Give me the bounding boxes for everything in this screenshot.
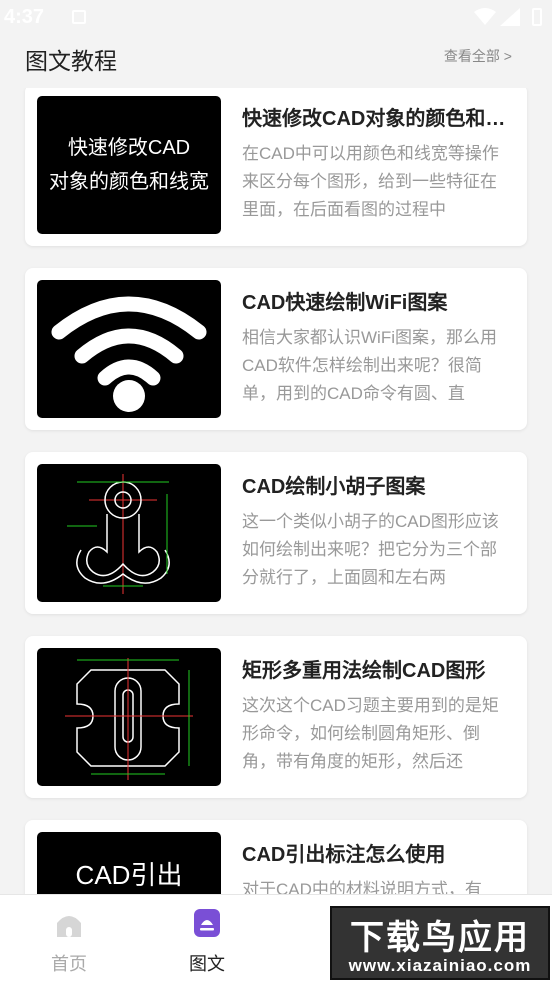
article-description: 相信大家都认识WiFi图案，那么用CAD软件怎样绘制出来呢？很简单，用到的CAD… [242, 328, 497, 403]
cad-rectangle-drawing-icon [65, 658, 193, 780]
tab-home-label: 首页 [51, 954, 87, 974]
view-all-link[interactable]: 查看全部 > [444, 46, 512, 66]
status-bar: 4:37 [0, 0, 552, 36]
wifi-status-icon [474, 8, 496, 25]
article-title: 快速修改CAD对象的颜色和线宽 [242, 108, 517, 130]
article-title: CAD绘制小胡子图案 [242, 476, 426, 498]
article-list[interactable]: 快速修改CAD 对象的颜色和线宽 快速修改CAD对象的颜色和线宽 在CAD中可以… [0, 88, 552, 894]
article-thumbnail: 快速修改CAD 对象的颜色和线宽 [37, 96, 221, 234]
article-thumbnail [37, 464, 221, 602]
article-card[interactable]: CAD引出 CAD引出标注怎么使用 对于CAD中的材料说明方式，有 [25, 820, 527, 894]
notification-icon [72, 10, 86, 24]
article-description: 在CAD中可以用颜色和线宽等操作来区分每个图形，给到一些特征在里面，在后面看图的… [242, 144, 499, 219]
cad-mustache-drawing-icon [67, 474, 170, 594]
article-icon [194, 909, 220, 937]
article-title: 矩形多重用法绘制CAD图形 [242, 660, 486, 682]
article-title: CAD引出标注怎么使用 [242, 844, 446, 866]
wifi-drawing-icon [51, 296, 207, 412]
thumbnail-text: CAD引出 [75, 860, 183, 890]
section-header: 图文教程 查看全部 > [0, 36, 552, 88]
article-thumbnail [37, 648, 221, 786]
article-card[interactable]: 快速修改CAD 对象的颜色和线宽 快速修改CAD对象的颜色和线宽 在CAD中可以… [25, 88, 527, 246]
article-card[interactable]: 矩形多重用法绘制CAD图形 这次这个CAD习题主要用到的是矩形命令，如何绘制圆角… [25, 636, 527, 798]
article-thumbnail: CAD引出 [37, 832, 221, 894]
home-icon [57, 916, 81, 937]
status-time: 4:37 [4, 6, 45, 28]
thumbnail-text: 快速修改CAD [67, 137, 191, 159]
tab-article-label: 图文 [189, 954, 225, 974]
battery-icon [532, 8, 542, 26]
tab-home[interactable]: 首页 [29, 907, 109, 976]
page-title: 图文教程 [25, 48, 117, 74]
article-thumbnail [37, 280, 221, 418]
signal-icon [500, 8, 520, 26]
thumbnail-text: 对象的颜色和线宽 [49, 171, 209, 193]
watermark-url: www.xiazainiao.com [348, 956, 532, 975]
tab-article[interactable]: 图文 [167, 907, 247, 976]
article-description: 对于CAD中的材料说明方式，有 [242, 880, 482, 894]
article-card[interactable]: CAD快速绘制WiFi图案 相信大家都认识WiFi图案，那么用CAD软件怎样绘制… [25, 268, 527, 430]
article-card[interactable]: CAD绘制小胡子图案 这一个类似小胡子的CAD图形应该如何绘制出来呢？把它分为三… [25, 452, 527, 614]
article-title: CAD快速绘制WiFi图案 [242, 292, 448, 314]
watermark-text: 下载鸟应用 [350, 919, 530, 957]
article-description: 这一个类似小胡子的CAD图形应该如何绘制出来呢？把它分为三个部分就行了，上面圆和… [242, 512, 499, 587]
article-description: 这次这个CAD习题主要用到的是矩形命令，如何绘制圆角矩形、倒角，带有角度的矩形，… [242, 696, 499, 771]
watermark-logo: 下载鸟应用 www.xiazainiao.com [330, 906, 550, 980]
